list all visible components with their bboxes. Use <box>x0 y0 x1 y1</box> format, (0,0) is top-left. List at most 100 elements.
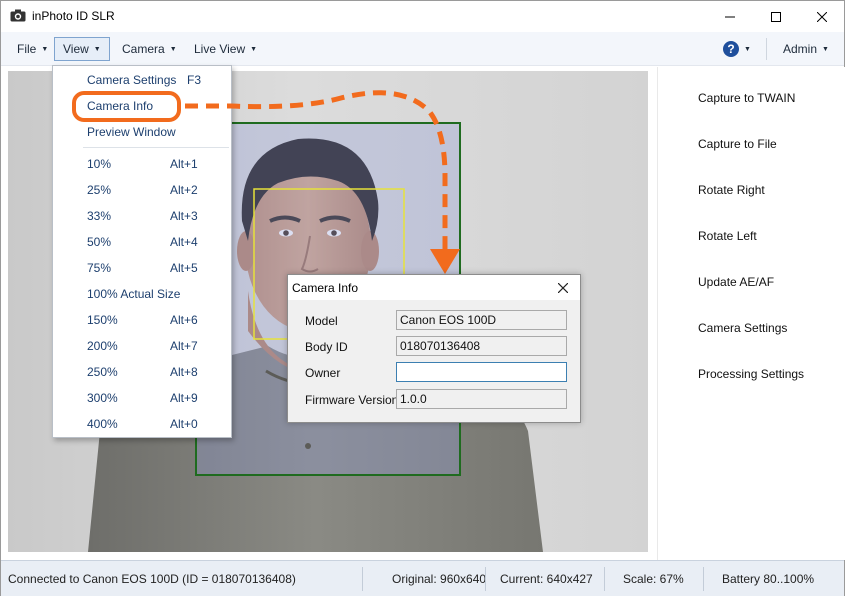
status-scale: Scale: 67% <box>623 571 684 586</box>
menu-file-label: File <box>17 42 37 56</box>
status-current-size: Current: 640x427 <box>500 571 593 586</box>
chevron-down-icon: ▼ <box>744 45 751 53</box>
menu-item-shortcut: Alt+8 <box>170 365 198 379</box>
dialog-title-bar: Camera Info <box>288 275 580 300</box>
menu-item-shortcut: Alt+1 <box>170 157 198 171</box>
menu-item-shortcut: F3 <box>187 73 202 87</box>
close-button[interactable] <box>799 1 845 32</box>
rotate-left-button[interactable]: Rotate Left <box>698 229 757 243</box>
menu-item-label: 200% <box>87 339 118 353</box>
processing-settings-button[interactable]: Processing Settings <box>698 367 804 381</box>
menu-item-preview-window[interactable]: Preview Window <box>53 120 231 144</box>
chevron-down-icon: ▼ <box>169 45 177 53</box>
help-menu-button[interactable]: ? ▼ <box>723 39 759 59</box>
body-id-field[interactable] <box>396 336 567 356</box>
menu-item-zoom-100[interactable]: 100% Actual Size <box>53 282 231 306</box>
highlight-ring <box>72 91 181 122</box>
menu-item-zoom-400[interactable]: 400% Alt+0 <box>53 412 231 436</box>
menu-admin[interactable]: Admin ▼ <box>775 37 837 61</box>
model-field[interactable] <box>396 310 567 330</box>
menu-item-label: 150% <box>87 313 118 327</box>
maximize-icon <box>771 11 781 22</box>
menu-item-shortcut: Alt+6 <box>170 313 198 327</box>
menu-item-shortcut: Alt+3 <box>170 209 198 223</box>
app-window: inPhoto ID SLR File ▼ View ▼ Camera ▼ Live … <box>0 0 845 596</box>
menu-item-zoom-25[interactable]: 25% Alt+2 <box>53 178 231 202</box>
status-original-size: Original: 960x640 <box>392 571 487 586</box>
menu-item-shortcut: Alt+9 <box>170 391 198 405</box>
minimize-icon <box>725 16 735 17</box>
dialog-title: Camera Info <box>292 281 359 295</box>
menu-item-label: Preview Window <box>87 125 176 139</box>
rotate-right-button[interactable]: Rotate Right <box>698 183 765 197</box>
menu-item-zoom-250[interactable]: 250% Alt+8 <box>53 360 231 384</box>
menu-item-zoom-300[interactable]: 300% Alt+9 <box>53 386 231 410</box>
menu-item-shortcut: Alt+4 <box>170 235 198 249</box>
menu-item-label: 50% <box>87 235 112 249</box>
menu-item-zoom-33[interactable]: 33% Alt+3 <box>53 204 231 228</box>
menu-item-label: 250% <box>87 365 118 379</box>
menu-bar: File ▼ View ▼ Camera ▼ Live View ▼ ? ▼ Admin ▼ <box>1 32 844 66</box>
menu-item-shortcut: Alt+7 <box>170 339 198 353</box>
status-divider <box>485 567 486 591</box>
menu-item-shortcut: Alt+0 <box>170 417 198 431</box>
chevron-down-icon: ▼ <box>93 45 101 53</box>
actions-panel: Capture to TWAIN Capture to File Rotate … <box>657 67 845 560</box>
dialog-close-button[interactable] <box>554 279 572 297</box>
window-title: inPhoto ID SLR <box>32 9 115 23</box>
menu-item-shortcut: Alt+2 <box>170 183 198 197</box>
menu-live-view-label: Live View <box>194 42 246 56</box>
menu-live-view[interactable]: Live View ▼ <box>186 37 265 61</box>
menu-item-label: 75% <box>87 261 112 275</box>
firmware-version-label: Firmware Version <box>305 393 399 407</box>
status-bar: Connected to Canon EOS 100D (ID = 018070… <box>1 560 844 596</box>
menu-view[interactable]: View ▼ <box>54 37 110 61</box>
menu-camera[interactable]: Camera ▼ <box>114 37 185 61</box>
model-label: Model <box>305 314 338 328</box>
menu-item-zoom-75[interactable]: 75% Alt+5 <box>53 256 231 280</box>
chevron-down-icon: ▼ <box>250 45 258 53</box>
chevron-down-icon: ▼ <box>822 45 829 53</box>
body-id-label: Body ID <box>305 340 348 354</box>
status-divider <box>703 567 704 591</box>
close-icon <box>817 11 827 22</box>
maximize-button[interactable] <box>753 1 799 32</box>
menu-item-zoom-50[interactable]: 50% Alt+4 <box>53 230 231 254</box>
title-bar: inPhoto ID SLR <box>1 1 844 32</box>
menu-divider <box>766 38 767 60</box>
update-ae-af-button[interactable]: Update AE/AF <box>698 275 774 289</box>
camera-settings-button[interactable]: Camera Settings <box>698 321 787 335</box>
close-icon <box>558 283 568 293</box>
capture-to-twain-button[interactable]: Capture to TWAIN <box>698 91 795 105</box>
firmware-version-field[interactable] <box>396 389 567 409</box>
status-battery: Battery 80..100% <box>722 571 815 586</box>
menu-item-zoom-10[interactable]: 10% Alt+1 <box>53 152 231 176</box>
capture-to-file-button[interactable]: Capture to File <box>698 137 777 151</box>
camera-app-icon <box>10 9 26 22</box>
menu-item-camera-settings[interactable]: Camera Settings F3 <box>53 68 231 92</box>
menu-file[interactable]: File ▼ <box>9 37 56 61</box>
status-divider <box>604 567 605 591</box>
menu-item-label: 300% <box>87 391 118 405</box>
chevron-down-icon: ▼ <box>41 45 49 53</box>
menu-item-label: 100% Actual Size <box>87 287 181 301</box>
menu-item-label: Camera Settings <box>87 73 177 87</box>
menu-item-zoom-150[interactable]: 150% Alt+6 <box>53 308 231 332</box>
menu-item-label: 400% <box>87 417 118 431</box>
menu-admin-label: Admin <box>783 42 818 56</box>
minimize-button[interactable] <box>707 1 753 32</box>
menu-item-zoom-200[interactable]: 200% Alt+7 <box>53 334 231 358</box>
owner-field[interactable] <box>396 362 567 382</box>
question-icon: ? <box>723 41 739 57</box>
camera-info-dialog: Camera Info Model Body ID Owner Firmware… <box>287 274 581 423</box>
menu-view-label: View <box>63 42 89 56</box>
menu-camera-label: Camera <box>122 42 165 56</box>
status-connection: Connected to Canon EOS 100D (ID = 018070… <box>8 571 296 586</box>
owner-label: Owner <box>305 366 341 380</box>
menu-item-label: 25% <box>87 183 112 197</box>
menu-item-shortcut: Alt+5 <box>170 261 198 275</box>
menu-separator <box>83 147 229 148</box>
status-divider <box>362 567 363 591</box>
menu-item-label: 10% <box>87 157 112 171</box>
menu-item-label: 33% <box>87 209 112 223</box>
